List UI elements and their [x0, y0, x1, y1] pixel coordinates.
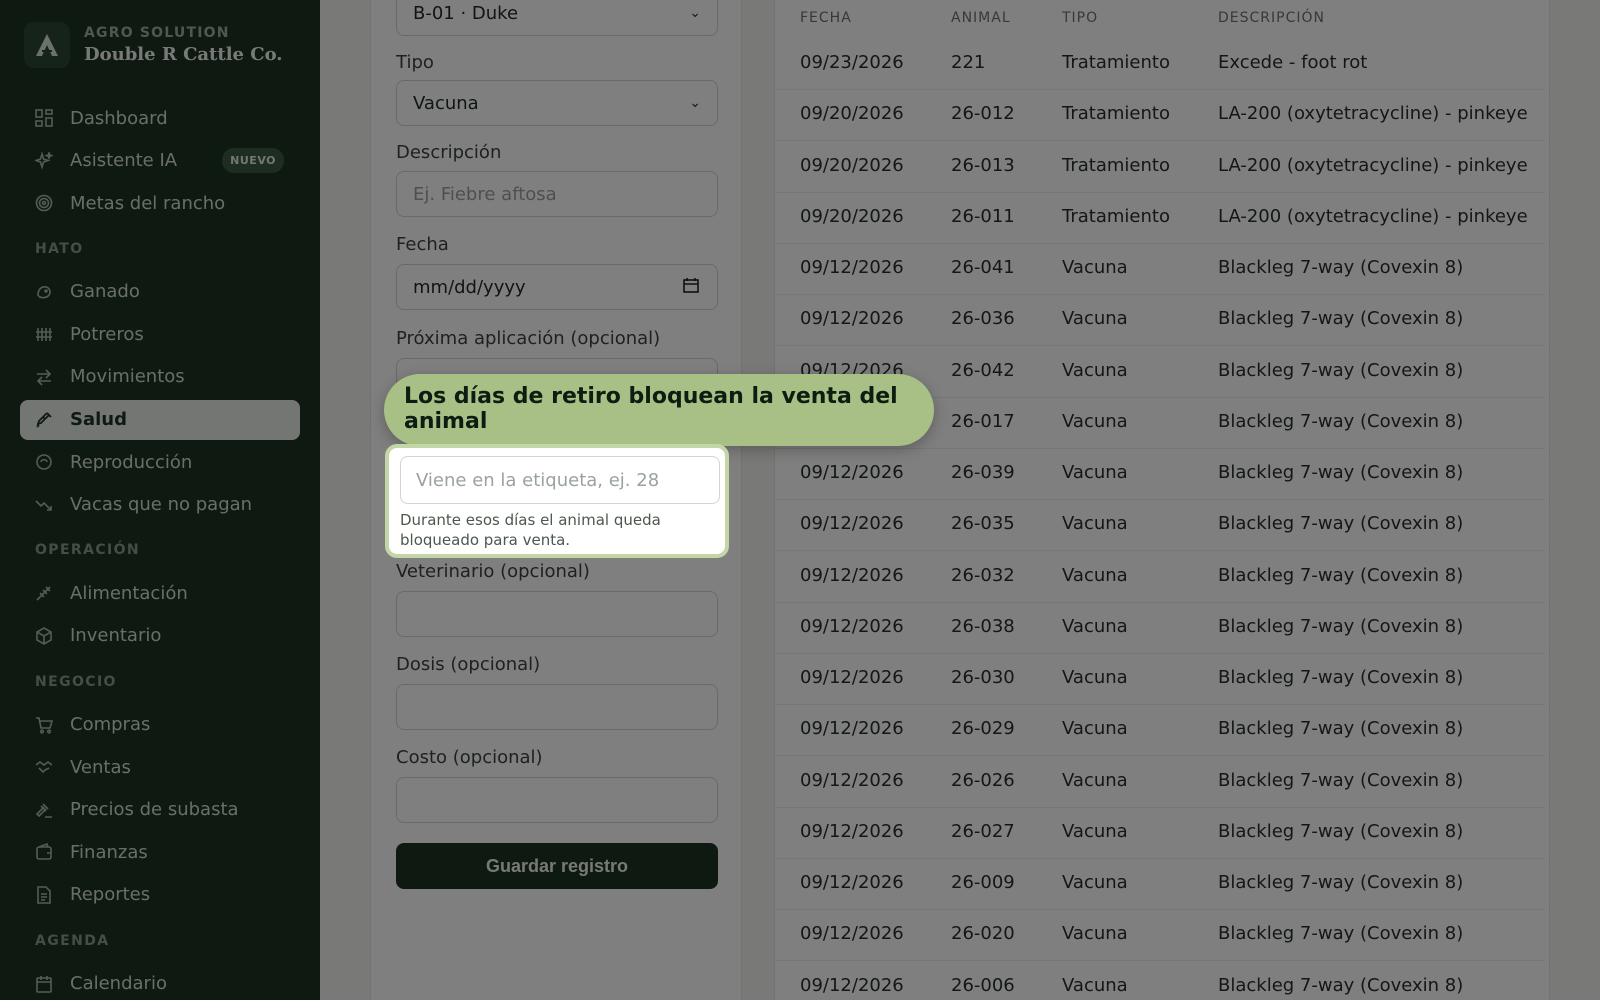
dias-retiro-placeholder: Viene en la etiqueta, ej. 28 [416, 469, 660, 491]
dias-retiro-input[interactable]: Viene en la etiqueta, ej. 28 [400, 456, 720, 504]
tour-spotlight-dias-retiro: Viene en la etiqueta, ej. 28 Durante eso… [385, 444, 729, 558]
dias-retiro-help: Durante esos días el animal queda bloque… [400, 511, 661, 549]
tour-backdrop[interactable] [0, 0, 1600, 1000]
tour-tooltip: Los días de retiro bloquean la venta del… [384, 374, 934, 446]
